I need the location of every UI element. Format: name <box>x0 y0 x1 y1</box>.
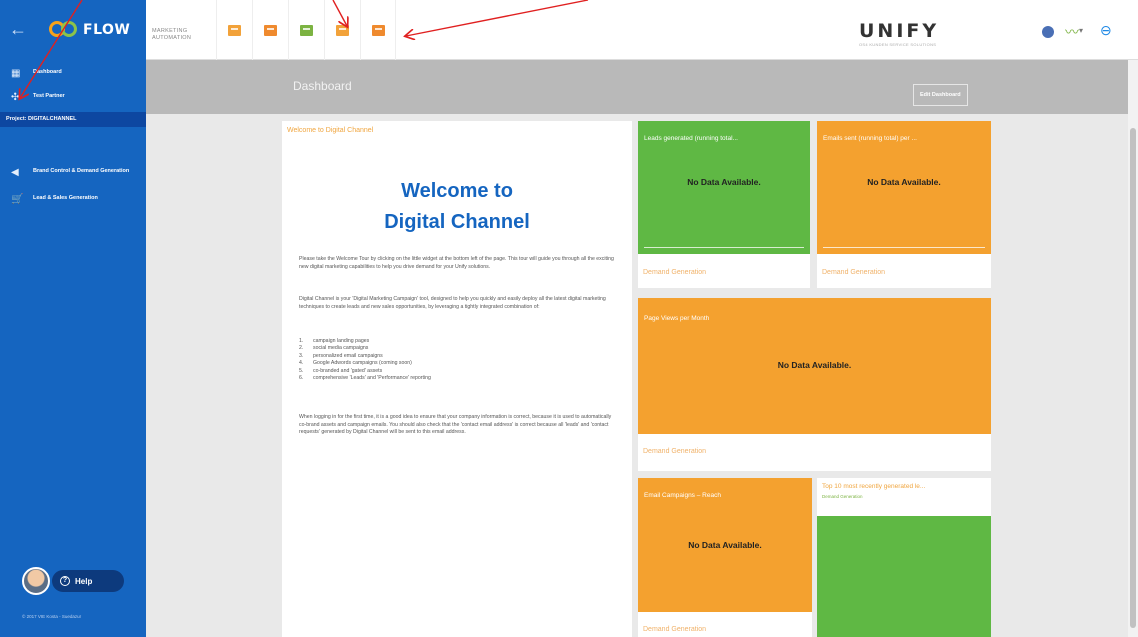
email-reach-widget-footer: Demand Generation <box>643 626 707 633</box>
emails-widget-footer: Demand Generation <box>822 269 886 276</box>
welcome-widget: Welcome to Digital Channel Welcome to Di… <box>282 121 632 637</box>
sidebar-item-dashboard[interactable]: ▦ Dashboard <box>0 69 146 79</box>
toolbar-user-card-button[interactable] <box>288 0 324 60</box>
welcome-title-line1: Welcome to <box>401 180 513 202</box>
brand-name: FLOW <box>83 22 131 38</box>
emails-widget-title: Emails sent (running total) per ... <box>823 135 917 142</box>
help-label: Help <box>75 576 93 586</box>
list-item: 5. co-branded and 'gated' assets <box>299 367 383 374</box>
divider <box>823 247 985 248</box>
toolbar-email-button[interactable] <box>324 0 360 60</box>
page-views-no-data: No Data Available. <box>777 360 852 370</box>
email-reach-widget: Email Campaigns – Reach No Data Availabl… <box>638 478 812 637</box>
flow-logo-icon <box>49 21 77 37</box>
leads-widget-body: Leads generated (running total... No Dat… <box>638 121 810 254</box>
leads-widget-footer: Demand Generation <box>643 269 707 276</box>
stats-icon[interactable]: 〰 <box>1065 22 1079 42</box>
list-item: 2. social media campaigns <box>299 345 369 352</box>
welcome-paragraph-login: When logging in for the first time, it i… <box>299 414 612 436</box>
document-icon <box>371 24 385 36</box>
sidebar-item-label: Lead & Sales Generation <box>33 195 98 201</box>
toolbar-briefcase-button[interactable] <box>216 0 252 60</box>
feature-list: 1. campaign landing pages 2. social media … <box>299 338 599 382</box>
chat-icon <box>264 24 277 36</box>
top-bar: ← FLOW MARKETING AUTOMATION UNIFY OS4 KU… <box>0 0 1138 60</box>
avatar[interactable] <box>22 567 50 595</box>
welcome-paragraph-intro: Digital Channel is your 'Digital Marketi… <box>299 296 606 310</box>
top10-leads-widget: Top 10 most recently generated le... Dem… <box>817 478 991 637</box>
page-views-widget-title: Page Views per Month <box>644 315 710 322</box>
email-icon <box>336 24 349 36</box>
scrollbar[interactable] <box>1128 60 1138 637</box>
copyright: © 2017 VIE Kosta - Suedazur <box>22 614 82 619</box>
sidebar-item-label: Test Partner <box>33 93 65 99</box>
sidebar-item-lead-sales[interactable]: 🛒 Lead & Sales Generation <box>0 195 146 205</box>
header-band: Dashboard Edit Dashboard <box>146 60 1128 114</box>
logout-icon[interactable]: ⊖ <box>1100 22 1112 39</box>
welcome-title-line2: Digital Channel <box>384 211 530 233</box>
section-caption: MARKETING AUTOMATION <box>152 28 192 41</box>
divider <box>644 247 804 248</box>
chevron-down-icon[interactable]: ▾ <box>1079 26 1083 35</box>
page-views-widget-footer: Demand Generation <box>643 448 707 455</box>
globe-icon[interactable] <box>1042 26 1054 38</box>
list-item: 6. comprehensive 'Leads' and 'Performance… <box>299 375 431 382</box>
page-title: Dashboard <box>293 79 352 93</box>
email-reach-no-data: No Data Available. <box>688 540 762 550</box>
page-views-widget-body: Page Views per Month No Data Available. <box>638 298 991 434</box>
email-reach-widget-title: Email Campaigns – Reach <box>644 492 721 499</box>
top10-widget-title: Top 10 most recently generated le... <box>822 483 926 490</box>
welcome-paragraph-tour: Please take the Welcome Tour by clicking… <box>299 256 614 270</box>
leads-widget-title: Leads generated (running total... <box>644 135 738 142</box>
sidebar-item-label: Dashboard <box>33 69 62 75</box>
user-card-icon <box>300 24 313 36</box>
briefcase-icon <box>228 24 241 36</box>
help-button[interactable]: ? Help <box>52 570 124 592</box>
toolbar-chat-button[interactable] <box>252 0 288 60</box>
welcome-widget-header: Welcome to Digital Channel <box>287 127 374 134</box>
project-selector[interactable]: Project: DIGITALCHANNEL <box>0 112 146 127</box>
sidebar-item-label: Brand Control & Demand Generation <box>33 168 130 174</box>
sidebar: ▦ Dashboard ✣ Test Partner Project: DIGI… <box>0 60 146 637</box>
leads-no-data: No Data Available. <box>687 177 761 187</box>
top10-widget-subtitle: Demand Generation <box>822 494 863 499</box>
dashboard-icon: ▦ <box>11 68 21 79</box>
sidebar-item-brand-control[interactable]: ◀ Brand Control & Demand Generation <box>0 168 146 178</box>
back-arrow-icon[interactable]: ← <box>9 19 27 40</box>
sidebar-item-test-partner[interactable]: ✣ Test Partner <box>0 93 146 103</box>
toolbar-document-button[interactable] <box>360 0 396 60</box>
unify-logo-subtitle: OS4 KUNDEN SERVICE SOLUTIONS <box>859 42 937 47</box>
help-area: ? Help <box>22 567 126 595</box>
cart-icon: 🛒 <box>11 194 24 205</box>
list-item: 3. personalized email campaigns <box>299 352 383 359</box>
partner-icon: ✣ <box>11 92 20 103</box>
emails-widget: Emails sent (running total) per ... No D… <box>817 121 991 288</box>
leads-widget: Leads generated (running total... No Dat… <box>638 121 810 288</box>
edit-dashboard-button[interactable]: Edit Dashboard <box>913 84 968 106</box>
megaphone-icon: ◀ <box>11 167 19 178</box>
list-item: 4. Google Adwords campaigns (coming soon) <box>299 360 412 367</box>
email-reach-widget-body: Email Campaigns – Reach No Data Availabl… <box>638 478 812 612</box>
welcome-title: Welcome to Digital Channel <box>282 176 632 238</box>
brand-area: ← FLOW <box>0 0 146 60</box>
toolbar <box>216 0 396 60</box>
help-icon: ? <box>60 576 70 586</box>
list-item: 1. campaign landing pages <box>299 338 370 344</box>
page-views-widget: Page Views per Month No Data Available. … <box>638 298 991 471</box>
emails-no-data: No Data Available. <box>867 177 941 187</box>
top10-widget-body <box>817 516 991 637</box>
emails-widget-body: Emails sent (running total) per ... No D… <box>817 121 991 254</box>
unify-logo: UNIFY <box>859 20 940 42</box>
scrollbar-thumb[interactable] <box>1130 128 1136 628</box>
